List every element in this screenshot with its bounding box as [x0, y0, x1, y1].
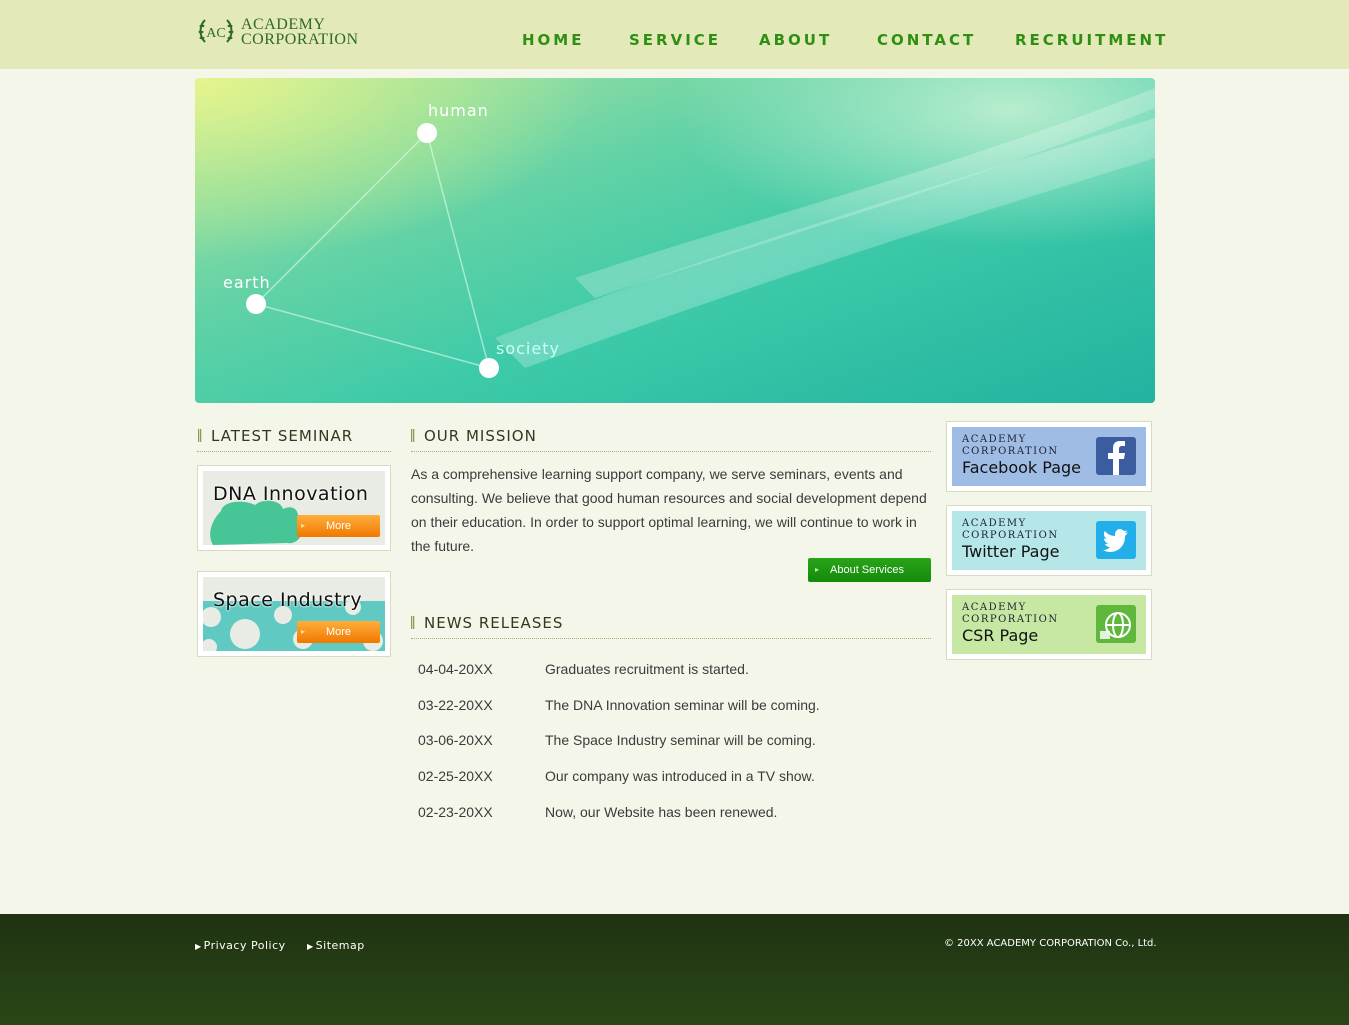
twitter-icon	[1096, 521, 1136, 559]
hero-banner: human earth society	[195, 78, 1155, 403]
connector-earth-society	[255, 303, 490, 369]
news-text[interactable]: Now, our Website has been renewed.	[545, 804, 777, 820]
news-date: 02-25-20XX	[418, 768, 493, 784]
news-text[interactable]: Graduates recruitment is started.	[545, 661, 749, 677]
section-marker-icon	[411, 616, 415, 629]
section-marker-icon	[198, 429, 202, 442]
news-date: 04-04-20XX	[418, 661, 493, 677]
hero-label-earth: earth	[223, 273, 271, 292]
sitemap-link[interactable]: Sitemap	[307, 939, 365, 952]
banner-line-2: CORPORATION	[962, 530, 1059, 541]
facebook-banner-inner: ACADEMY CORPORATION Facebook Page	[952, 427, 1146, 486]
about-services-button[interactable]: About Services	[808, 558, 931, 582]
node-society	[479, 358, 499, 378]
banner-title: Facebook Page	[962, 458, 1081, 477]
news-title: NEWS RELEASES	[424, 614, 564, 632]
node-human	[417, 123, 437, 143]
twitter-banner-inner: ACADEMY CORPORATION Twitter Page	[952, 511, 1146, 570]
nav-home[interactable]: HOME	[522, 31, 584, 49]
latest-seminar-title: LATEST SEMINAR	[211, 427, 354, 445]
news-date: 03-06-20XX	[418, 732, 493, 748]
banner-line-1: ACADEMY	[962, 602, 1027, 613]
news-text[interactable]: Our company was introduced in a TV show.	[545, 768, 815, 784]
mission-text: As a comprehensive learning support comp…	[411, 466, 927, 554]
divider	[411, 638, 931, 639]
seminar-banner-dna: DNA Innovation More	[203, 471, 385, 545]
more-button[interactable]: More	[297, 621, 380, 643]
hero-label-society: society	[496, 339, 560, 358]
csr-page-banner[interactable]: ACADEMY CORPORATION CSR Page	[946, 589, 1152, 660]
seminar-card-space[interactable]: Space Industry More	[197, 571, 391, 657]
news-text[interactable]: The DNA Innovation seminar will be comin…	[545, 697, 820, 713]
nav-recruitment[interactable]: RECRUITMENT	[1015, 31, 1168, 49]
seminar-banner-space: Space Industry More	[203, 577, 385, 651]
hero-light-streak	[495, 118, 1155, 368]
banner-line-2: CORPORATION	[962, 614, 1059, 625]
news-text[interactable]: The Space Industry seminar will be comin…	[545, 732, 816, 748]
copyright-text: © 20XX ACADEMY CORPORATION Co., Ltd.	[944, 938, 1157, 949]
banner-title: CSR Page	[962, 626, 1039, 645]
nav-contact[interactable]: CONTACT	[877, 31, 976, 49]
logo-line-1: ACADEMY	[241, 16, 326, 33]
banner-line-1: ACADEMY	[962, 518, 1027, 529]
divider	[197, 451, 391, 452]
banner-line-1: ACADEMY	[962, 434, 1027, 445]
site-header: AC ACADEMY CORPORATION HOME SERVICE ABOU…	[0, 0, 1349, 69]
site-footer: Privacy Policy Sitemap © 20XX ACADEMY CO…	[0, 914, 1349, 1025]
seminar-title: DNA Innovation	[213, 483, 369, 505]
news-date: 03-22-20XX	[418, 697, 493, 713]
seminar-card-dna[interactable]: DNA Innovation More	[197, 465, 391, 551]
nav-about[interactable]: ABOUT	[759, 31, 832, 49]
divider	[411, 451, 931, 452]
globe-icon	[1096, 605, 1136, 643]
mission-title: OUR MISSION	[424, 427, 537, 445]
section-marker-icon	[411, 429, 415, 442]
hero-label-human: human	[428, 101, 489, 120]
connector-human-earth	[255, 132, 428, 305]
main-nav: HOME SERVICE ABOUT CONTACT RECRUITMENT	[0, 31, 1349, 51]
privacy-policy-link[interactable]: Privacy Policy	[195, 939, 286, 952]
csr-banner-inner: ACADEMY CORPORATION CSR Page	[952, 595, 1146, 654]
connector-human-society	[426, 132, 490, 369]
nav-service[interactable]: SERVICE	[629, 31, 721, 49]
seminar-title: Space Industry	[213, 589, 363, 611]
node-earth	[246, 294, 266, 314]
more-button[interactable]: More	[297, 515, 380, 537]
news-date: 02-23-20XX	[418, 804, 493, 820]
facebook-icon	[1096, 437, 1136, 475]
hero-light-streak	[575, 88, 1155, 298]
banner-title: Twitter Page	[962, 542, 1060, 561]
twitter-page-banner[interactable]: ACADEMY CORPORATION Twitter Page	[946, 505, 1152, 576]
banner-line-2: CORPORATION	[962, 446, 1059, 457]
facebook-page-banner[interactable]: ACADEMY CORPORATION Facebook Page	[946, 421, 1152, 492]
